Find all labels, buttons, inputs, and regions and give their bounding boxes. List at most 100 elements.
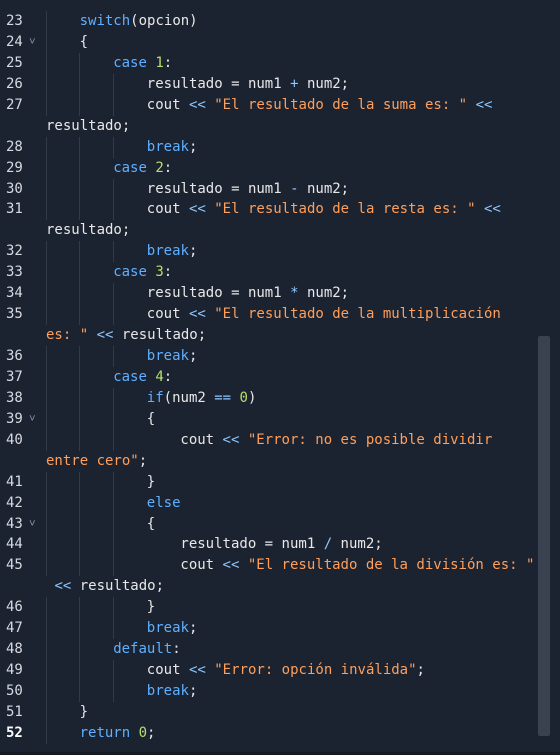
code-line[interactable]: 33 case 3: (0, 262, 560, 284)
operator-token: << (222, 557, 240, 574)
code-text[interactable]: { (46, 514, 536, 535)
code-line[interactable]: 34 resultado = num1 * num2; (0, 283, 560, 305)
code-line[interactable]: 52 return 0; (0, 722, 560, 744)
code-line[interactable]: 29 case 2: (0, 157, 560, 179)
line-gutter (0, 576, 44, 597)
chevron-down-icon[interactable]: ˅ (29, 409, 36, 430)
chevron-down-icon[interactable]: ˅ (29, 32, 36, 53)
code-text[interactable]: } (46, 472, 536, 493)
code-text[interactable]: cout << "El resultado de la multiplicaci… (46, 304, 536, 325)
number-token: 3 (155, 264, 164, 281)
code-line[interactable]: 51} (0, 701, 560, 723)
code-line[interactable]: 25 case 1: (0, 52, 560, 74)
code-line[interactable]: 43 ˅ { (0, 513, 560, 535)
line-number: 25 (6, 54, 23, 71)
code-text[interactable]: resultado = num1 - num2; (46, 179, 536, 200)
code-line[interactable]: 28 break; (0, 136, 560, 158)
line-number: 35 (6, 306, 23, 323)
code-text[interactable]: case 4: (46, 367, 536, 388)
keyword-token: switch (79, 13, 131, 29)
code-line[interactable]: 32 break; (0, 241, 560, 263)
code-line[interactable]: << resultado; (0, 576, 560, 597)
code-text[interactable]: cout << "El resultado de la división es:… (46, 555, 536, 576)
line-gutter: 38 (0, 388, 44, 409)
text-token: resultado = num1 (146, 180, 291, 197)
code-text[interactable]: << resultado; (46, 576, 536, 597)
code-text[interactable]: resultado = num1 / num2; (46, 534, 536, 555)
code-text[interactable]: resultado; (46, 220, 536, 241)
code-text[interactable]: switch(opcion) (46, 11, 536, 32)
code-line[interactable]: es: " << resultado; (0, 325, 560, 346)
code-line[interactable]: 47 break; (0, 618, 560, 640)
text-token: num2; (298, 180, 350, 197)
text-token: ; (138, 452, 148, 469)
code-lines[interactable]: 23 switch(opcion) 24 ˅{25 case 1: 26 resultado… (0, 11, 560, 744)
code-line[interactable]: 41} (0, 471, 560, 493)
line-gutter: 32 (0, 241, 44, 262)
code-line[interactable]: 38 if(num2 == 0) (0, 387, 560, 409)
code-text[interactable]: resultado = num1 + num2; (46, 74, 536, 95)
code-text[interactable]: case 1: (46, 53, 536, 74)
code-line[interactable]: resultado; (0, 116, 560, 137)
code-line[interactable]: 37 case 4: (0, 366, 560, 388)
line-number: 32 (6, 243, 23, 260)
vertical-scrollbar[interactable] (538, 336, 550, 736)
string-token: "Error: no es posible dividir (247, 431, 493, 448)
operator-token: << (188, 96, 206, 113)
code-line[interactable]: 40 cout << "Error: no es posible dividir (0, 429, 560, 451)
code-line[interactable]: 46} (0, 597, 560, 619)
code-line[interactable]: 30 resultado = num1 - num2; (0, 178, 560, 200)
code-line[interactable]: 42 else (0, 492, 560, 514)
code-line[interactable]: 24 ˅ { (0, 31, 560, 53)
code-text[interactable]: resultado = num1 * num2; (46, 283, 536, 304)
line-number: 26 (6, 75, 23, 92)
text-token: cout (146, 96, 189, 113)
code-line[interactable]: 35 cout << "El resultado de la multiplica… (0, 304, 560, 326)
code-text[interactable]: entre cero"; (46, 451, 536, 472)
number-token: 1 (155, 54, 164, 71)
line-gutter: 33 (0, 262, 44, 283)
code-line[interactable]: 45 cout << "El resultado de la división e… (0, 555, 560, 577)
code-text[interactable]: } (46, 702, 536, 723)
chevron-down-icon[interactable]: ˅ (29, 514, 36, 535)
operator-token: << (54, 578, 72, 595)
code-text[interactable]: if(num2 == 0) (46, 388, 536, 409)
code-line[interactable]: 26 resultado = num1 + num2; (0, 73, 560, 95)
code-line[interactable]: 49 cout << "Error: opción inválida"; (0, 660, 560, 681)
code-line[interactable]: resultado; (0, 220, 560, 241)
code-line[interactable]: 48 default: (0, 639, 560, 661)
code-text[interactable]: cout << "Error: no es posible dividir (46, 430, 536, 451)
code-line[interactable]: 31 cout << "El resultado de la resta es: … (0, 199, 560, 221)
code-text[interactable]: case 3: (46, 262, 536, 283)
code-text[interactable]: cout << "El resultado de la resta es: " … (46, 199, 536, 220)
code-text[interactable]: { (46, 32, 536, 53)
keyword-token: else (146, 494, 181, 511)
code-text[interactable]: { (46, 409, 536, 430)
line-gutter: 49 (0, 660, 44, 681)
code-line[interactable]: 39 ˅ { (0, 408, 560, 430)
code-text[interactable]: es: " << resultado; (46, 325, 536, 346)
code-line[interactable]: 44 resultado = num1 / num2; (0, 534, 560, 556)
code-editor[interactable]: 23 switch(opcion) 24 ˅{25 case 1: 26 resultado… (0, 0, 560, 755)
keyword-token: default (113, 641, 173, 658)
code-text[interactable]: return 0; (46, 723, 536, 744)
code-line[interactable]: 27 cout << "El resultado de la suma es: "… (0, 94, 560, 116)
code-text[interactable]: break; (46, 618, 536, 639)
code-text[interactable]: resultado; (46, 116, 536, 137)
code-text[interactable]: } (46, 597, 536, 618)
code-text[interactable]: cout << "El resultado de la suma es: " <… (46, 95, 536, 116)
code-line[interactable]: 36 break; (0, 346, 560, 367)
code-line[interactable]: 50 break; (0, 681, 560, 702)
code-line[interactable]: entre cero"; (0, 451, 560, 472)
code-text[interactable]: break; (46, 241, 536, 262)
code-text[interactable]: default: (46, 639, 536, 660)
code-line[interactable]: 23 switch(opcion) (0, 11, 560, 32)
code-text[interactable]: break; (46, 346, 536, 367)
code-text[interactable]: break; (46, 137, 536, 158)
code-text[interactable]: case 2: (46, 158, 536, 179)
code-text[interactable]: break; (46, 681, 536, 702)
code-text[interactable]: cout << "Error: opción inválida"; (46, 660, 536, 681)
code-text[interactable]: else (46, 493, 536, 514)
